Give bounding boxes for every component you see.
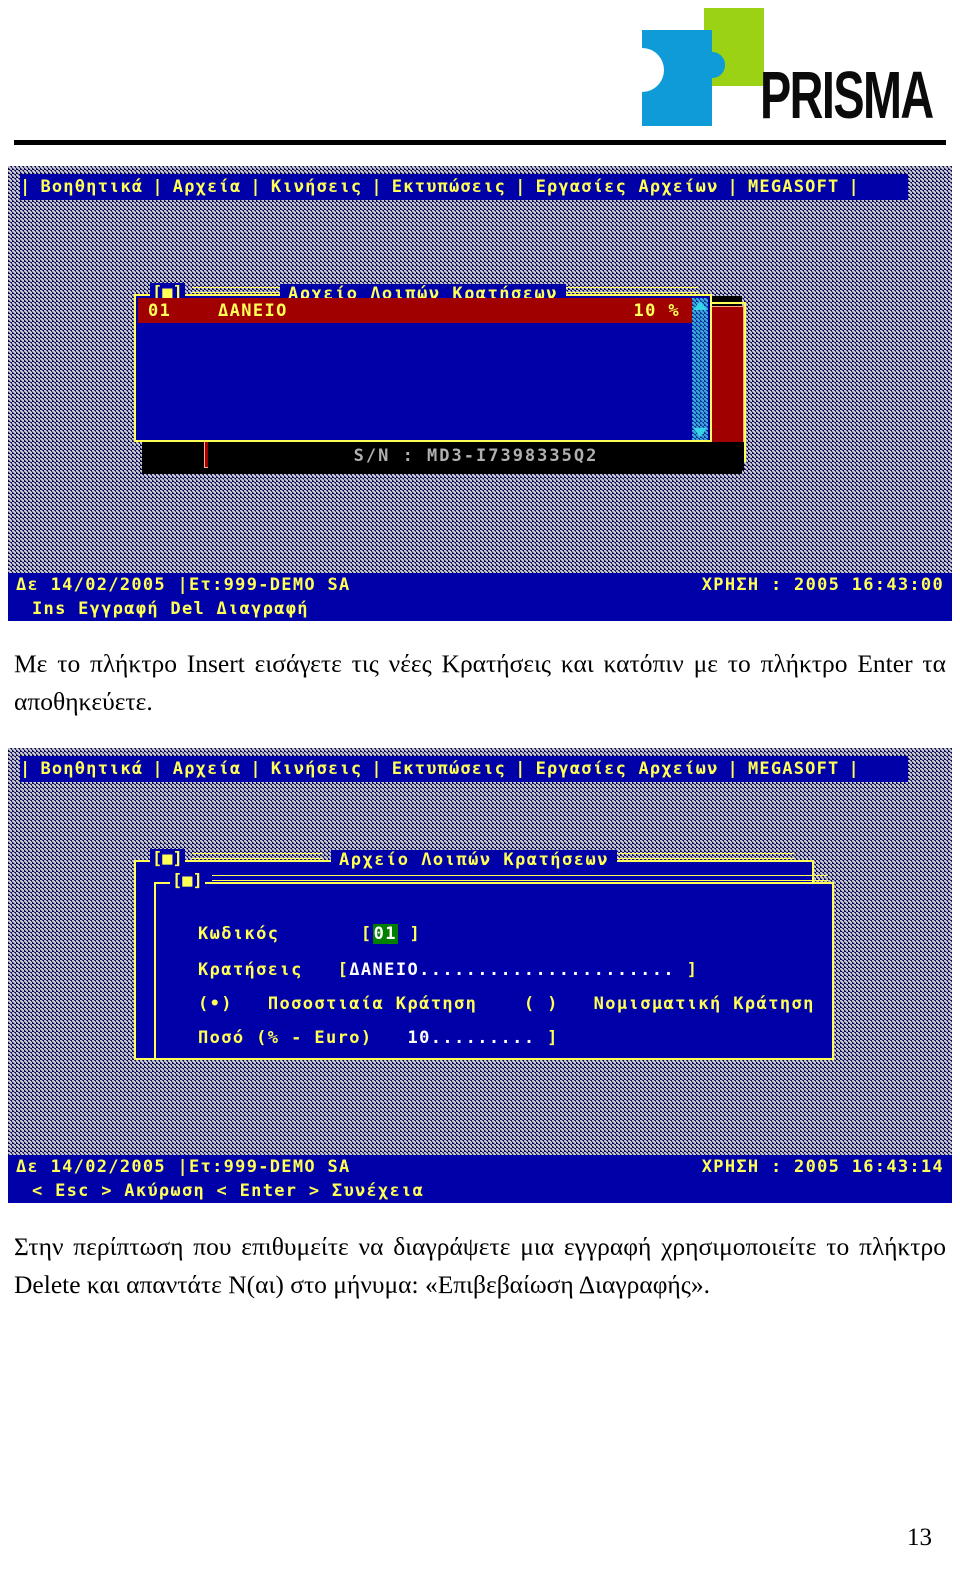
table-row[interactable]: 01 ΔΑΝΕΙΟ 10 % bbox=[138, 298, 694, 323]
status-bar: Δε 14/02/2005 |Ετ:999-DEMO SA ΧΡΗΣΗ : 20… bbox=[8, 1155, 952, 1203]
scroll-up-arrow-icon[interactable] bbox=[693, 301, 707, 310]
field-kodikos-close-bracket: ] bbox=[409, 924, 422, 944]
menu-item-voithitika[interactable]: Βοηθητικά bbox=[31, 756, 152, 782]
menu-separator: | bbox=[848, 759, 860, 779]
field-kodikos-label: Κωδικός bbox=[198, 924, 280, 944]
status-line-primary: Δε 14/02/2005 |Ετ:999-DEMO SA ΧΡΗΣΗ : 20… bbox=[8, 1155, 952, 1179]
menu-item-ergasies-arxeion[interactable]: Εργασίες Αρχείων bbox=[527, 756, 728, 782]
menu-separator: | bbox=[848, 177, 860, 197]
instruction-paragraph-delete: Στην περίπτωση που επιθυμείτε να διαγράψ… bbox=[14, 1232, 946, 1299]
menu-separator: | bbox=[152, 177, 164, 197]
field-kodikos[interactable]: Κωδικός [01 ] bbox=[198, 924, 421, 944]
menu-item-ektiposeis[interactable]: Εκτυπώσεις bbox=[383, 174, 515, 200]
serial-number-text: S/N : MD3-I7398335Q2 bbox=[353, 446, 599, 466]
field-kratiseis-input[interactable]: ΔΑΝΕΙΟ bbox=[349, 960, 419, 980]
field-poso-input[interactable]: 10 bbox=[407, 1028, 430, 1048]
menu-item-kiniseis[interactable]: Κινήσεις bbox=[262, 756, 371, 782]
row-code: 01 bbox=[148, 300, 172, 321]
menu-separator: | bbox=[515, 759, 527, 779]
status-line-primary: Δε 14/02/2005 |Ετ:999-DEMO SA ΧΡΗΣΗ : 20… bbox=[8, 573, 952, 597]
menu-bar[interactable]: | Βοηθητικά | Αρχεία | Κινήσεις | Εκτυπώ… bbox=[20, 756, 908, 782]
menu-separator: | bbox=[727, 759, 739, 779]
radio-nomismatiki-label[interactable]: Νομισματική Κράτηση bbox=[594, 994, 815, 1014]
status-period-time: ΧΡΗΣΗ : 2005 16:43:14 bbox=[701, 1157, 944, 1177]
field-kratiseis-dots: ...................... bbox=[419, 960, 676, 980]
page-number: 13 bbox=[907, 1524, 932, 1551]
status-period-time: ΧΡΗΣΗ : 2005 16:43:00 bbox=[701, 575, 944, 595]
menu-item-megasoft[interactable]: MEGASOFT bbox=[739, 756, 848, 782]
dos-screenshot-listing: | Βοηθητικά | Αρχεία | Κινήσεις | Εκτυπώ… bbox=[8, 166, 952, 621]
field-kodikos-input[interactable]: 01 bbox=[372, 924, 398, 944]
field-kratiseis[interactable]: Κρατήσεις [ΔΑΝΕΙΟ...................... … bbox=[198, 960, 698, 980]
field-poso-label: Ποσό (% - Euro) bbox=[198, 1028, 373, 1048]
menu-bar[interactable]: | Βοηθητικά | Αρχεία | Κινήσεις | Εκτυπώ… bbox=[20, 174, 908, 200]
dialog-edit-kratisi: [■] Κωδικός [01 ] Κρατήσεις [ΔΑΝΕΙΟ.....… bbox=[154, 871, 834, 1060]
menu-item-arxeia[interactable]: Αρχεία bbox=[164, 174, 251, 200]
menu-separator: | bbox=[371, 759, 383, 779]
prisma-puzzle-icon bbox=[642, 8, 764, 126]
menu-separator: | bbox=[250, 177, 262, 197]
menu-separator: | bbox=[152, 759, 164, 779]
menu-item-ektiposeis[interactable]: Εκτυπώσεις bbox=[383, 756, 515, 782]
prisma-wordmark: PRISMA bbox=[760, 57, 934, 133]
menu-separator: | bbox=[20, 177, 32, 197]
menu-item-arxeia[interactable]: Αρχεία bbox=[164, 756, 251, 782]
menu-item-kiniseis[interactable]: Κινήσεις bbox=[262, 174, 371, 200]
window-loipon-kratiseon: [■] Αρχείο Λοιπών Κρατήσεων 01 ΔΑΝΕΙΟ 10… bbox=[134, 283, 712, 442]
serial-number-strip: S/N : MD3-I7398335Q2 bbox=[208, 442, 744, 470]
row-value: 10 % bbox=[633, 300, 680, 321]
menu-separator: | bbox=[20, 759, 32, 779]
menu-separator: | bbox=[727, 177, 739, 197]
vertical-scrollbar[interactable] bbox=[692, 298, 708, 440]
field-kodikos-open-bracket: [ bbox=[360, 924, 373, 944]
window-title: Αρχείο Λοιπών Κρατήσεων bbox=[136, 850, 812, 870]
menu-item-ergasies-arxeion[interactable]: Εργασίες Αρχείων bbox=[527, 174, 728, 200]
status-date-company: Δε 14/02/2005 |Ετ:999-DEMO SA bbox=[16, 1157, 351, 1177]
header-divider bbox=[14, 140, 946, 145]
menu-item-megasoft[interactable]: MEGASOFT bbox=[739, 174, 848, 200]
radio-posostiaia-label[interactable]: Ποσοστιαία Κράτηση bbox=[268, 994, 477, 1014]
scroll-down-arrow-icon[interactable] bbox=[693, 428, 707, 437]
radio-posostiaia-icon[interactable]: (•) bbox=[198, 994, 233, 1014]
field-kratiseis-label: Κρατήσεις bbox=[198, 960, 303, 980]
window-title-text: Αρχείο Λοιπών Κρατήσεων bbox=[331, 850, 617, 870]
radio-group-kratisi-type[interactable]: (•) Ποσοστιαία Κράτηση ( ) Νομισματική Κ… bbox=[198, 994, 815, 1014]
menu-item-voithitika[interactable]: Βοηθητικά bbox=[31, 174, 152, 200]
menu-separator: | bbox=[250, 759, 262, 779]
status-key-hints: < Esc > Ακύρωση < Enter > Συνέχεια bbox=[32, 1181, 425, 1201]
field-kratiseis-open-bracket: [ bbox=[337, 960, 350, 980]
field-poso-dots: ......... bbox=[430, 1028, 536, 1048]
instruction-paragraph-insert: Με το πλήκτρο Insert εισάγετε τις νέες Κ… bbox=[14, 649, 946, 716]
field-poso[interactable]: Ποσό (% - Euro) 10......... ] bbox=[198, 1028, 559, 1048]
prisma-logo: PRISMA bbox=[642, 8, 942, 136]
field-poso-close-bracket: ] bbox=[547, 1028, 559, 1048]
inner-close-icon[interactable]: [■] bbox=[170, 871, 205, 891]
row-name: ΔΑΝΕΙΟ bbox=[218, 300, 288, 321]
field-kratiseis-close-bracket: ] bbox=[686, 960, 699, 980]
menu-separator: | bbox=[515, 177, 527, 197]
radio-nomismatiki-icon[interactable]: ( ) bbox=[524, 994, 559, 1014]
page-header: PRISMA bbox=[0, 0, 960, 150]
menu-separator: | bbox=[371, 177, 383, 197]
status-date-company: Δε 14/02/2005 |Ετ:999-DEMO SA bbox=[16, 575, 351, 595]
dos-screenshot-form: | Βοηθητικά | Αρχεία | Κινήσεις | Εκτυπώ… bbox=[8, 748, 952, 1203]
field-kodikos-pad bbox=[398, 924, 410, 944]
status-bar: Δε 14/02/2005 |Ετ:999-DEMO SA ΧΡΗΣΗ : 20… bbox=[8, 573, 952, 621]
status-key-hints: Ins Εγγραφή Del Διαγραφή bbox=[32, 599, 309, 619]
inner-title-rule bbox=[212, 875, 828, 881]
